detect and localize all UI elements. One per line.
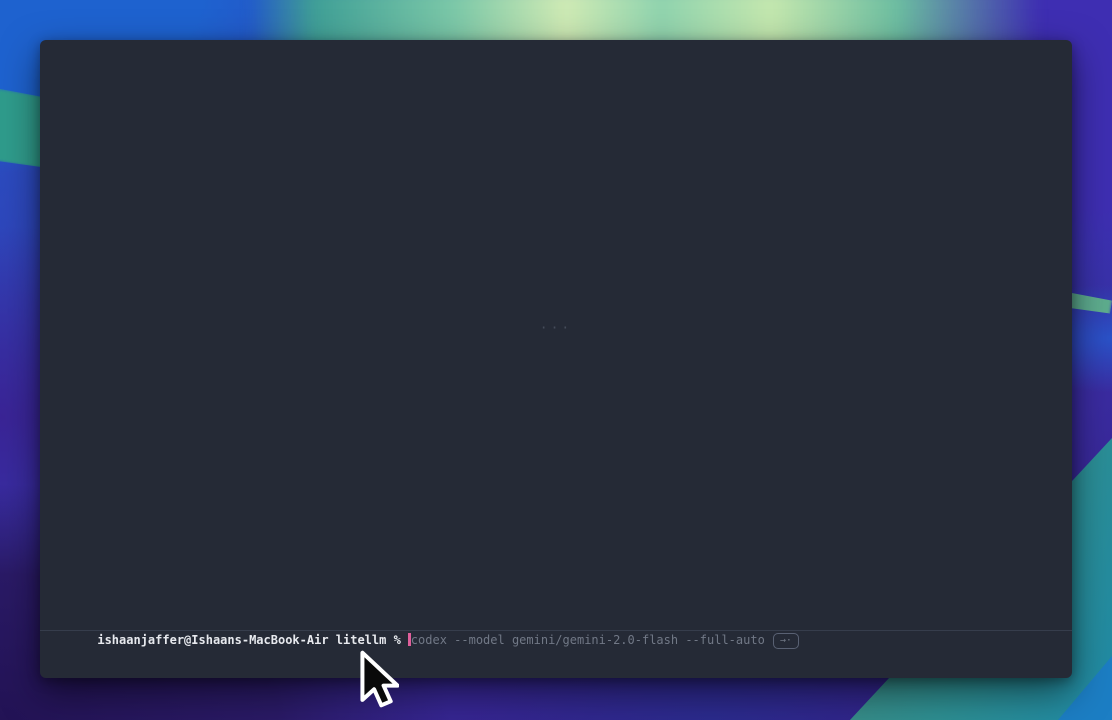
accept-suggestion-hint: →·	[773, 633, 799, 649]
autosuggestion-text: codex --model gemini/gemini-2.0-flash --…	[411, 633, 765, 647]
command-line[interactable]: ishaanjaffer@Ishaans-MacBook-Air litellm…	[54, 616, 1062, 666]
terminal-window[interactable]: ··· ishaanjaffer@Ishaans-MacBook-Air lit…	[40, 40, 1072, 678]
shell-prompt: ishaanjaffer@Ishaans-MacBook-Air litellm…	[97, 633, 400, 647]
desktop-wallpaper: ··· ishaanjaffer@Ishaans-MacBook-Air lit…	[0, 0, 1112, 720]
loading-dots: ···	[540, 321, 572, 336]
